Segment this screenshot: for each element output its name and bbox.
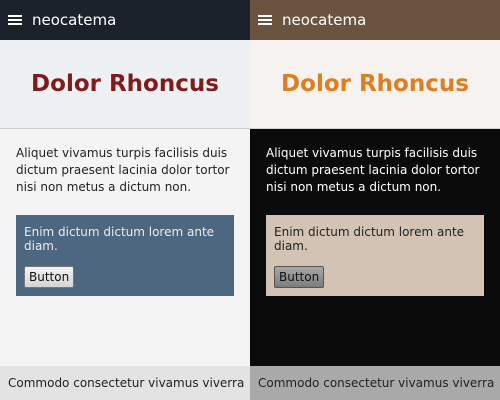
body-paragraph: Aliquet vivamus turpis facilisis duis di… [266, 146, 480, 194]
content-area: Aliquet vivamus turpis facilisis duis di… [250, 129, 500, 366]
hero-banner: Dolor Rhoncus [250, 40, 500, 129]
card-text: Enim dictum dictum lorem ante diam. [274, 225, 465, 253]
page-title: Dolor Rhoncus [281, 71, 469, 97]
light-theme-pane: neocatema Dolor Rhoncus Aliquet vivamus … [0, 0, 250, 400]
info-card: Enim dictum dictum lorem ante diam. Butt… [16, 215, 234, 296]
page-title: Dolor Rhoncus [31, 71, 219, 97]
footer-text: Commodo consectetur vivamus viverra [258, 376, 495, 390]
hero-banner: Dolor Rhoncus [0, 40, 250, 129]
card-button[interactable]: Button [24, 266, 75, 288]
top-app-bar: neocatema [0, 0, 250, 40]
app-name: neocatema [282, 11, 367, 29]
dark-theme-pane: neocatema Dolor Rhoncus Aliquet vivamus … [250, 0, 500, 400]
content-area: Aliquet vivamus turpis facilisis duis di… [0, 129, 250, 366]
app-name: neocatema [32, 11, 117, 29]
footer: Commodo consectetur vivamus viverra [250, 366, 500, 400]
footer: Commodo consectetur vivamus viverra [0, 366, 250, 400]
hamburger-menu-icon[interactable] [258, 14, 272, 26]
footer-text: Commodo consectetur vivamus viverra [8, 376, 245, 390]
top-app-bar: neocatema [250, 0, 500, 40]
body-paragraph: Aliquet vivamus turpis facilisis duis di… [16, 146, 230, 194]
card-button[interactable]: Button [274, 266, 325, 288]
info-card: Enim dictum dictum lorem ante diam. Butt… [266, 215, 484, 296]
hamburger-menu-icon[interactable] [8, 14, 22, 26]
card-text: Enim dictum dictum lorem ante diam. [24, 225, 215, 253]
